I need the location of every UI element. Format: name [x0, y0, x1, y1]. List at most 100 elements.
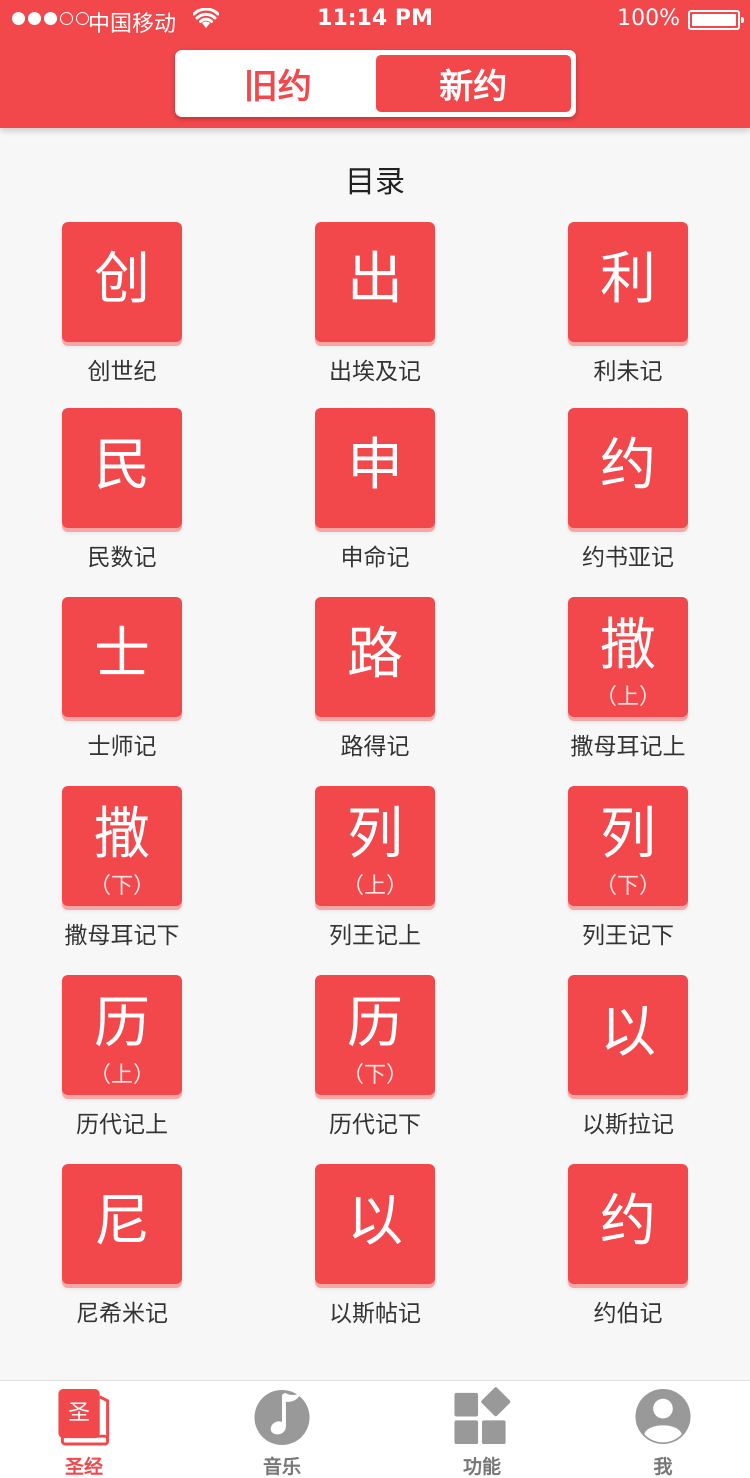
- book-tile-volume: （下）: [88, 874, 155, 899]
- book-item[interactable]: 列 （上） 列王记上: [275, 786, 475, 961]
- book-item[interactable]: 历 （下） 历代记下: [275, 975, 475, 1150]
- book-name: 创世纪: [87, 359, 157, 385]
- book-item[interactable]: 士士师记: [22, 597, 222, 772]
- book-tile-volume: （下）: [341, 1063, 408, 1088]
- tab-music[interactable]: 音乐: [222, 1381, 342, 1478]
- bottom-tab-bar: 圣 圣经 音乐 功能 我: [0, 1380, 750, 1478]
- book-item[interactable]: 约约伯记: [528, 1164, 728, 1339]
- book-tile-char: 历: [347, 991, 403, 1056]
- book-name: 士师记: [87, 734, 157, 760]
- book-name: 约伯记: [593, 1301, 663, 1327]
- book-item[interactable]: 以以斯拉记: [528, 975, 728, 1150]
- book-tile[interactable]: 约: [568, 408, 688, 528]
- tab-bible-label: 圣经: [64, 1456, 103, 1478]
- book-tile[interactable]: 利: [568, 222, 688, 342]
- book-tile-char: 尼: [94, 1189, 150, 1254]
- music-icon: [254, 1389, 310, 1446]
- book-tile-volume: （上）: [594, 685, 661, 710]
- book-tile[interactable]: 创: [62, 222, 182, 342]
- book-tile[interactable]: 路: [315, 597, 435, 717]
- book-tile[interactable]: 列 （上）: [315, 786, 435, 906]
- book-item[interactable]: 历 （上） 历代记上: [22, 975, 222, 1150]
- book-name: 尼希米记: [76, 1301, 168, 1327]
- battery-percentage: 100%: [617, 6, 680, 31]
- book-tile[interactable]: 民: [62, 408, 182, 528]
- book-tile-char: 民: [94, 433, 150, 498]
- book-name: 历代记下: [329, 1112, 421, 1138]
- status-bar: 中国移动 11:14 PM 100%: [0, 0, 750, 40]
- book-name: 民数记: [87, 545, 157, 571]
- book-item[interactable]: 创创世纪: [22, 222, 222, 397]
- book-name: 列王记下: [582, 923, 674, 949]
- book-tile[interactable]: 士: [62, 597, 182, 717]
- book-tile[interactable]: 历 （上）: [62, 975, 182, 1095]
- book-tile[interactable]: 撒 （上）: [568, 597, 688, 717]
- tab-bible[interactable]: 圣 圣经: [24, 1381, 144, 1478]
- book-name: 路得记: [340, 734, 410, 760]
- book-item[interactable]: 以以斯帖记: [275, 1164, 475, 1339]
- book-tile-char: 约: [600, 1189, 656, 1254]
- book-tile[interactable]: 尼: [62, 1164, 182, 1284]
- book-item[interactable]: 撒 （上） 撒母耳记上: [528, 597, 728, 772]
- book-tile-volume: （下）: [594, 874, 661, 899]
- book-name: 出埃及记: [329, 359, 421, 385]
- book-item[interactable]: 尼尼希米记: [22, 1164, 222, 1339]
- book-tile-char: 以: [600, 1000, 656, 1065]
- tab-me-label: 我: [653, 1456, 673, 1478]
- tab-old-testament[interactable]: 旧约: [180, 55, 376, 112]
- tab-features-label: 功能: [462, 1456, 501, 1478]
- book-tile-char: 创: [94, 247, 150, 312]
- book-name: 撒母耳记下: [64, 923, 180, 949]
- book-tile[interactable]: 以: [315, 1164, 435, 1284]
- book-tile[interactable]: 撒 （下）: [62, 786, 182, 906]
- features-icon: [454, 1387, 511, 1445]
- book-item[interactable]: 撒 （下） 撒母耳记下: [22, 786, 222, 961]
- book-tile-char: 列: [600, 802, 656, 867]
- testament-segmented-control: 旧约 新约: [175, 50, 576, 117]
- book-name: 利未记: [593, 359, 663, 385]
- book-name: 历代记上: [76, 1112, 168, 1138]
- book-tile-volume: （上）: [88, 1063, 155, 1088]
- tab-me[interactable]: 我: [603, 1381, 723, 1478]
- book-item[interactable]: 民民数记: [22, 408, 222, 583]
- book-item[interactable]: 列 （下） 列王记下: [528, 786, 728, 961]
- book-tile-char: 约: [600, 433, 656, 498]
- book-tile-char: 士: [94, 622, 150, 687]
- book-tile-char: 列: [347, 802, 403, 867]
- bible-icon: 圣: [58, 1388, 110, 1446]
- book-tile[interactable]: 列 （下）: [568, 786, 688, 906]
- tab-features[interactable]: 功能: [422, 1381, 542, 1478]
- book-item[interactable]: 出出埃及记: [275, 222, 475, 397]
- book-tile-char: 路: [347, 622, 403, 687]
- book-tile-char: 撒: [94, 802, 150, 867]
- book-tile[interactable]: 约: [568, 1164, 688, 1284]
- book-tile-char: 撒: [600, 613, 656, 678]
- book-tile-char: 利: [600, 247, 656, 312]
- tab-music-label: 音乐: [262, 1456, 301, 1478]
- book-name: 撒母耳记上: [570, 734, 686, 760]
- book-tile-char: 出: [347, 247, 403, 312]
- book-tile-volume: （上）: [341, 874, 408, 899]
- book-item[interactable]: 申申命记: [275, 408, 475, 583]
- book-tile-char: 历: [94, 991, 150, 1056]
- book-name: 申命记: [340, 545, 410, 571]
- book-item[interactable]: 利利未记: [528, 222, 728, 397]
- book-tile[interactable]: 以: [568, 975, 688, 1095]
- book-tile[interactable]: 出: [315, 222, 435, 342]
- book-name: 列王记上: [329, 923, 421, 949]
- header: 中国移动 11:14 PM 100% 旧约 新约: [0, 0, 750, 128]
- book-name: 以斯拉记: [582, 1112, 674, 1138]
- book-name: 以斯帖记: [329, 1301, 421, 1327]
- book-tile[interactable]: 历 （下）: [315, 975, 435, 1095]
- book-tile[interactable]: 申: [315, 408, 435, 528]
- book-tile-char: 以: [347, 1189, 403, 1254]
- book-item[interactable]: 路路得记: [275, 597, 475, 772]
- profile-icon: [635, 1388, 691, 1445]
- tab-new-testament[interactable]: 新约: [375, 55, 571, 112]
- svg-text:圣: 圣: [68, 1400, 90, 1425]
- book-name: 约书亚记: [582, 545, 674, 571]
- book-tile-char: 申: [347, 433, 403, 498]
- page-title: 目录: [345, 165, 405, 200]
- book-item[interactable]: 约约书亚记: [528, 408, 728, 583]
- battery-icon: [688, 10, 744, 30]
